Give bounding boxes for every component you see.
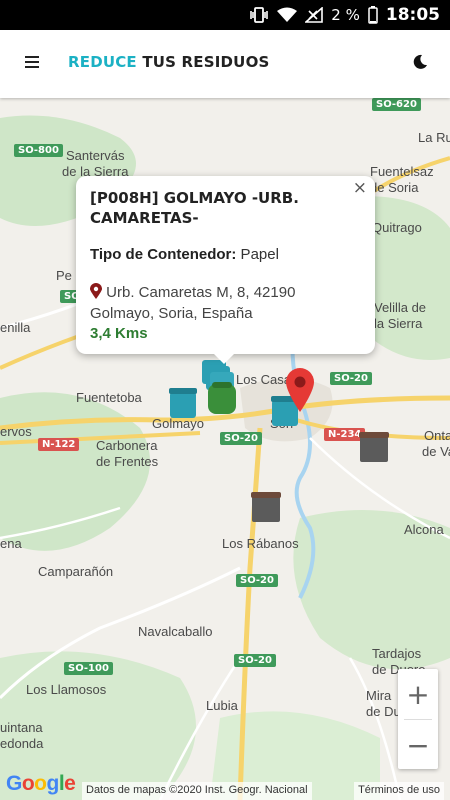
status-icons: 2 % 18:05 <box>249 4 440 26</box>
place-label: Onta <box>424 428 450 443</box>
place-label: de Va <box>422 444 450 459</box>
terms-link[interactable]: Términos de uso <box>354 782 444 800</box>
place-label: Santervás <box>66 148 125 163</box>
close-icon[interactable]: × <box>353 178 367 198</box>
place-label: Tardajos <box>372 646 422 661</box>
location-pin-icon <box>90 283 102 304</box>
map-pin-icon[interactable] <box>284 366 316 417</box>
place-label: Quitrago <box>372 220 422 235</box>
road-label: SO-800 <box>14 144 63 157</box>
distance-text: 3,4 Kms <box>90 325 148 342</box>
battery-text: 2 % <box>331 6 360 24</box>
place-label: La Ru <box>418 130 450 145</box>
place-label: la Sierra <box>374 316 423 331</box>
container-type: Tipo de Contenedor: Papel <box>90 246 361 263</box>
container-type-label: Tipo de Contenedor: <box>90 246 237 263</box>
place-label: de Soria <box>370 180 419 195</box>
wifi-icon <box>277 7 298 23</box>
place-label: Carbonera <box>96 438 158 453</box>
theme-toggle-button[interactable] <box>406 50 434 78</box>
menu-icon <box>25 55 39 73</box>
popup-title: [P008H] GOLMAYO -URB. CAMARETAS- <box>90 189 299 227</box>
place-label: Fuentelsaz <box>370 164 434 179</box>
svg-text:Google: Google <box>6 772 75 795</box>
google-wordmark: Google <box>6 772 76 795</box>
app-title-rest: TUS RESIDUOS <box>136 53 270 71</box>
place-label: Navalcaballo <box>138 624 213 639</box>
clock: 18:05 <box>385 5 440 25</box>
zoom-out-button[interactable]: − <box>398 720 438 770</box>
place-label: edonda <box>0 736 44 751</box>
place-label: Alcona <box>404 522 444 537</box>
moon-icon <box>412 54 428 75</box>
google-logo: Google <box>6 770 86 800</box>
status-bar: 2 % 18:05 <box>0 0 450 30</box>
place-label: ervos <box>0 424 32 439</box>
place-label: enilla <box>0 320 31 335</box>
zoom-in-button[interactable]: + <box>398 669 438 719</box>
battery-icon <box>368 6 378 24</box>
container-marker-cluster[interactable] <box>198 356 242 423</box>
place-label: Los Rábanos <box>222 536 299 551</box>
road-label: N-122 <box>38 438 80 451</box>
container-type-value: Papel <box>236 246 279 263</box>
road-label: SO-20 <box>220 432 262 445</box>
place-label: Lubia <box>206 698 238 713</box>
place-label: Los Casa <box>236 372 291 387</box>
road-label: SO-20 <box>330 372 372 385</box>
place-label: Camparañón <box>38 564 114 579</box>
place-label: Fuentetoba <box>76 390 142 405</box>
container-marker-blue[interactable] <box>168 386 198 425</box>
road-label: SO-20 <box>236 574 278 587</box>
vibrate-icon <box>249 7 269 23</box>
menu-button[interactable] <box>18 50 46 78</box>
app-title: REDUCE TUS RESIDUOS <box>68 53 270 71</box>
signal-icon <box>305 7 324 23</box>
app-title-accent: REDUCE <box>68 53 137 71</box>
zoom-control: + − <box>398 669 438 769</box>
place-label: ena <box>0 536 22 551</box>
road-label: SO-100 <box>64 662 113 675</box>
place-label: uintana <box>0 720 43 735</box>
place-label: de Frentes <box>96 454 159 469</box>
info-popup: × [P008H] GOLMAYO -URB. CAMARETAS- Tipo … <box>76 176 375 364</box>
container-marker-dark[interactable] <box>250 490 282 529</box>
place-label: Mira <box>366 688 392 703</box>
container-marker-dark[interactable] <box>358 430 390 469</box>
app-bar: REDUCE TUS RESIDUOS <box>0 30 450 98</box>
place-label: de Du <box>366 704 401 719</box>
popup-address: Urb. Camaretas M, 8, 42190 Golmayo, Sori… <box>90 283 361 323</box>
place-label: Velilla de <box>374 300 427 315</box>
place-label: Los Llamosos <box>26 682 107 697</box>
map-attribution: Datos de mapas ©2020 Inst. Geogr. Nacion… <box>82 782 312 800</box>
address-text: Urb. Camaretas M, 8, 42190 Golmayo, Sori… <box>90 284 296 322</box>
road-label: SO-620 <box>372 98 421 111</box>
place-label: Pe <box>56 268 72 283</box>
road-label: SO-20 <box>234 654 276 667</box>
